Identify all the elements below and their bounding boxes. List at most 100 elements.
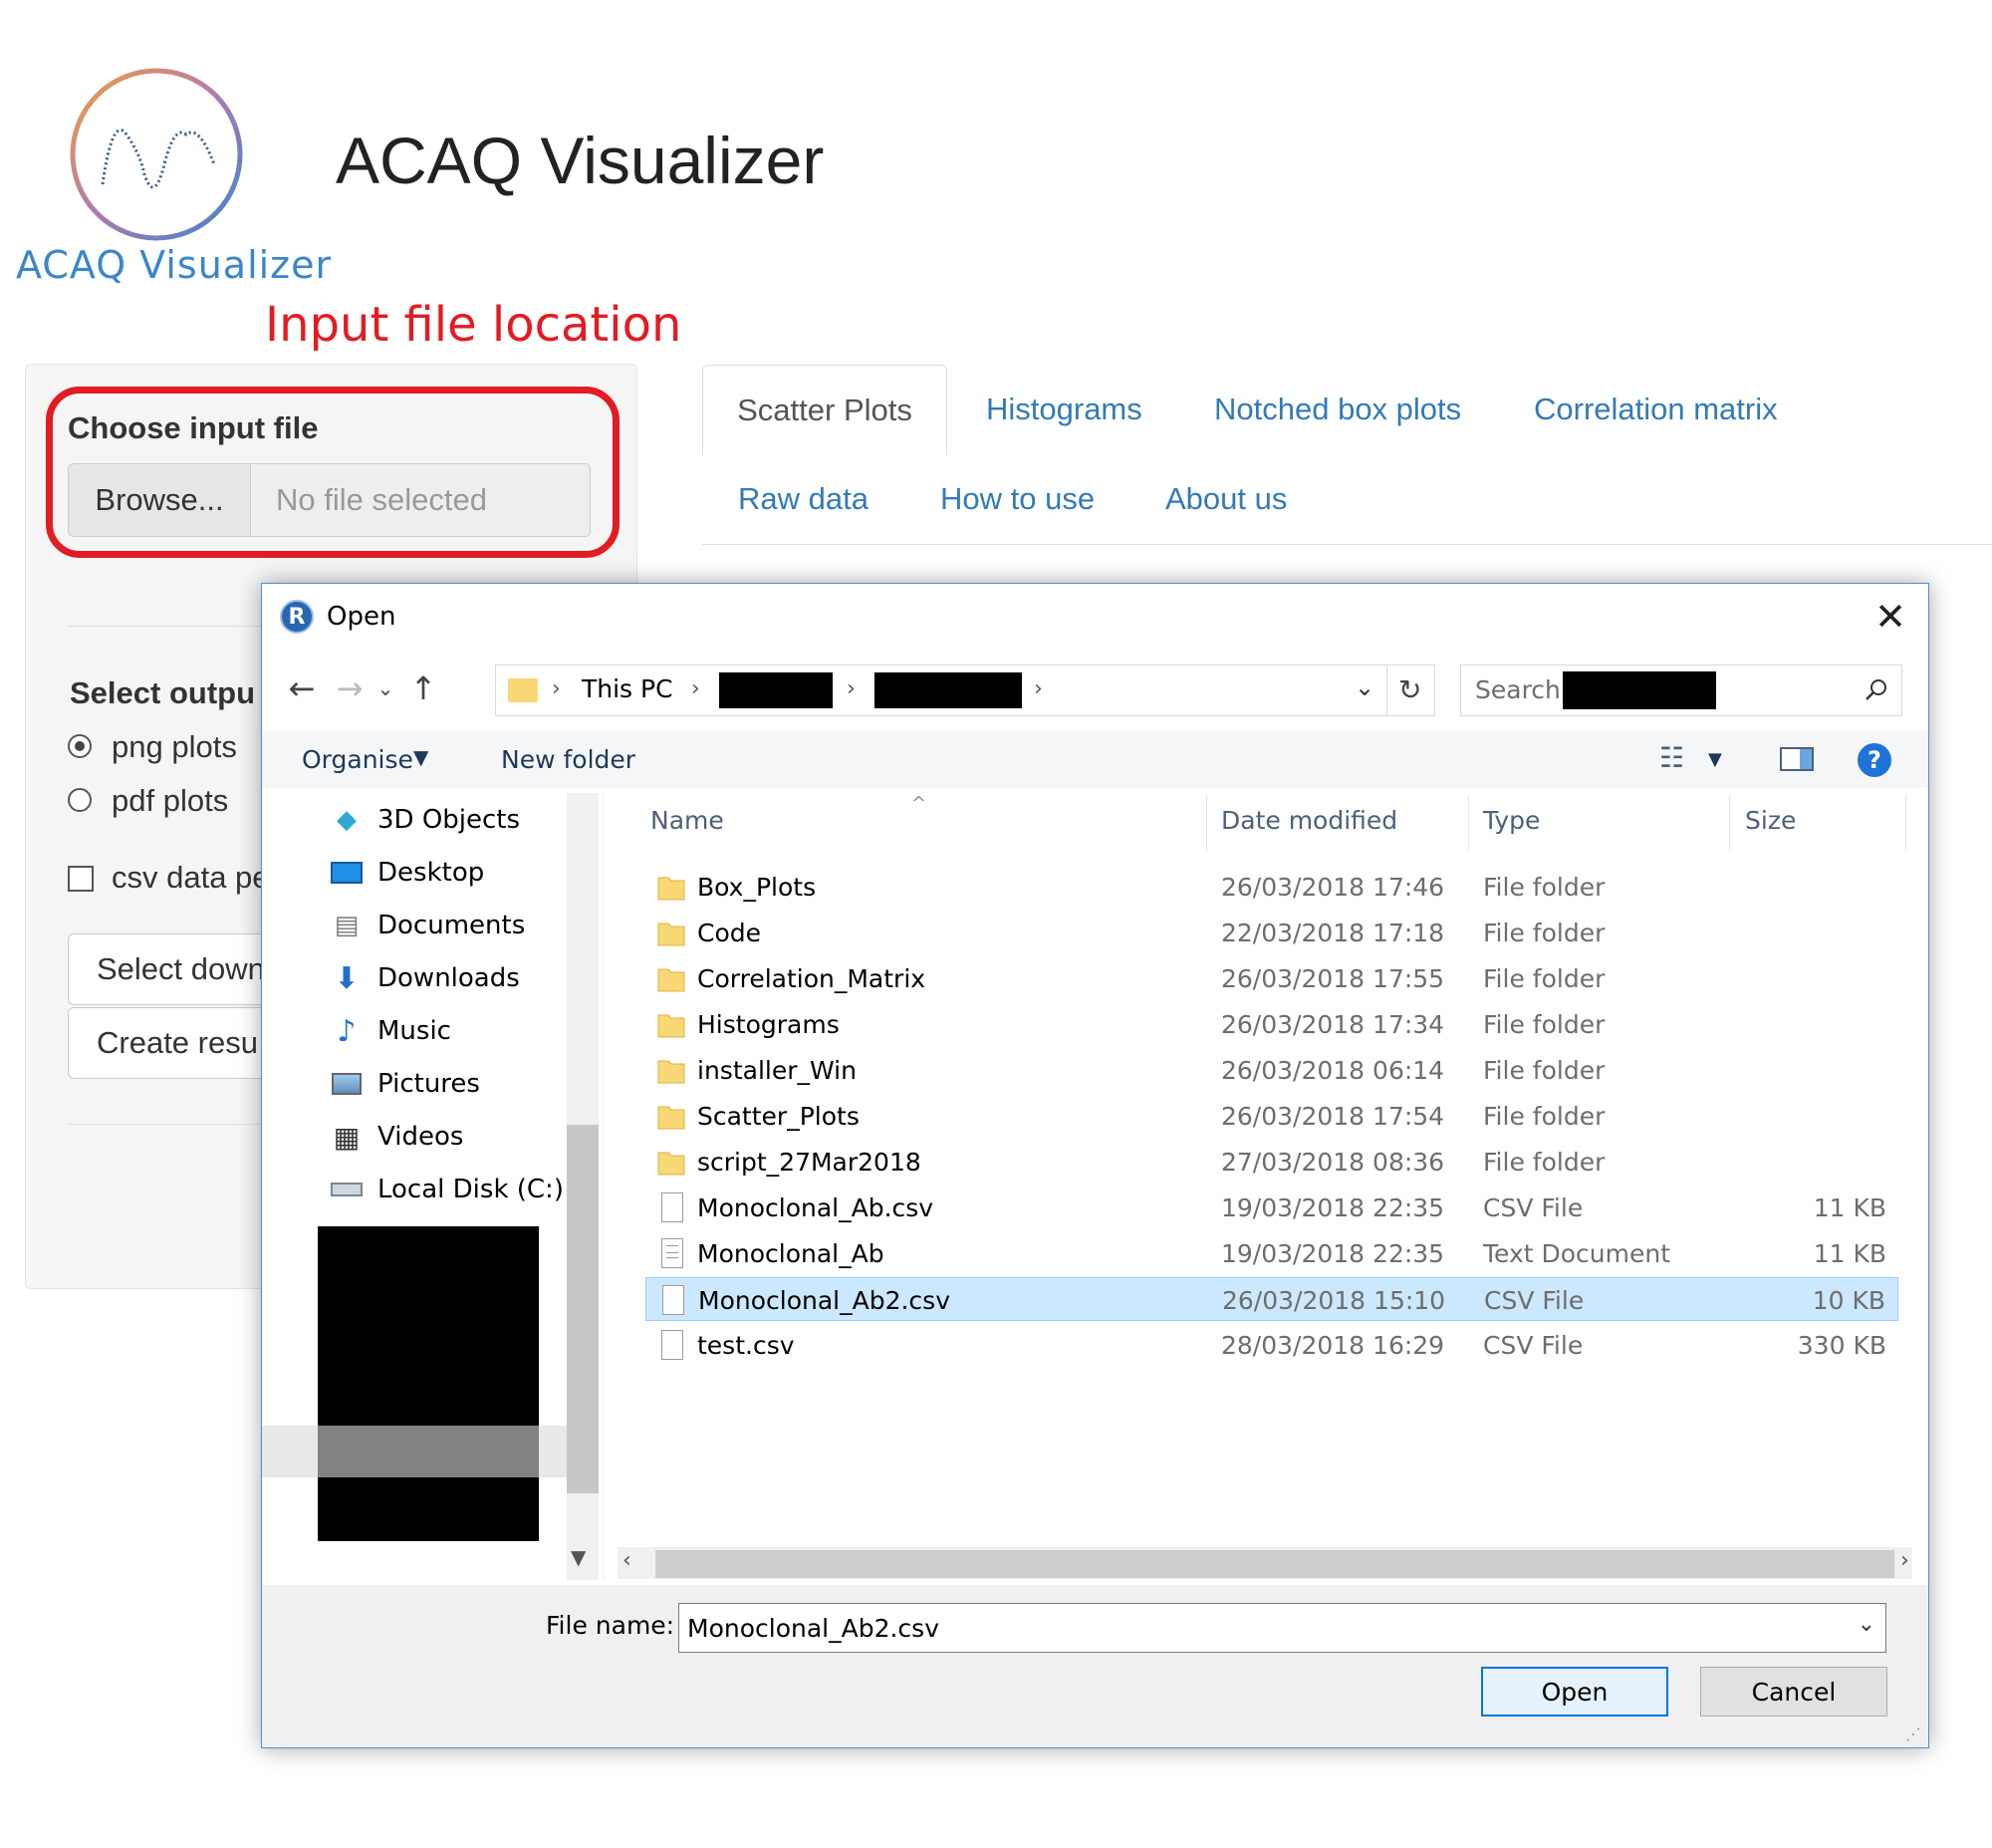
file-row[interactable]: Histograms 26/03/2018 17:34 File folder (645, 1002, 1898, 1046)
download-icon: ⬇ (334, 960, 360, 996)
chevron-down-icon[interactable]: ⌄ (1858, 1612, 1875, 1637)
chevron-right-icon[interactable]: › (1900, 1548, 1909, 1573)
dialog-title: Open (327, 602, 396, 632)
tab-histograms[interactable]: Histograms (986, 392, 1142, 427)
search-icon[interactable] (1864, 677, 1889, 703)
address-bar[interactable]: › This PC › › › ⌄ ↻ (495, 664, 1435, 716)
file-type: File folder (1483, 873, 1606, 902)
file-row[interactable]: installer_Win 26/03/2018 06:14 File folder (645, 1048, 1898, 1092)
breadcrumb-separator: › (1034, 676, 1043, 701)
nav-item-music[interactable]: ♪ Music (330, 1014, 451, 1049)
breadcrumb-this-pc[interactable]: This PC (582, 674, 673, 703)
search-input[interactable]: Search (1460, 664, 1902, 716)
file-list-scrollbar-thumb[interactable] (655, 1550, 1894, 1578)
radio-pdf[interactable] (68, 788, 92, 812)
column-type[interactable]: Type (1483, 806, 1540, 835)
breadcrumb-separator: › (847, 676, 856, 701)
tab-about-us[interactable]: About us (1165, 481, 1287, 517)
new-folder-button[interactable]: New folder (501, 745, 635, 774)
file-name: Code (697, 919, 762, 947)
radio-png[interactable] (68, 734, 92, 758)
file-size: 11 KB (1813, 1193, 1886, 1222)
file-type: CSV File (1484, 1286, 1585, 1315)
back-arrow-icon[interactable]: ← (282, 668, 322, 708)
resize-grip-icon[interactable]: ⋰ (1905, 1724, 1921, 1743)
nav-item-desktop[interactable]: Desktop (330, 858, 484, 888)
file-name-input[interactable]: Monoclonal_Ab2.csv ⌄ (678, 1603, 1886, 1653)
file-date: 26/03/2018 17:46 (1221, 873, 1445, 902)
nav-item-local-disk[interactable]: Local Disk (C:) (330, 1175, 564, 1204)
column-divider[interactable] (1905, 795, 1906, 851)
file-row[interactable]: test.csv 28/03/2018 16:29 CSV File 330 KB (645, 1323, 1898, 1367)
chevron-down-icon[interactable]: ⌄ (1355, 673, 1374, 701)
file-row[interactable]: Box_Plots 26/03/2018 17:46 File folder (645, 865, 1898, 909)
column-date[interactable]: Date modified (1221, 806, 1397, 835)
file-row[interactable]: script_27Mar2018 27/03/2018 08:36 File fol… (645, 1140, 1898, 1184)
file-name: Box_Plots (697, 873, 817, 902)
nav-item-documents[interactable]: ▤ Documents (330, 911, 526, 940)
file-date: 28/03/2018 16:29 (1221, 1331, 1445, 1360)
chevron-left-icon[interactable]: ‹ (622, 1548, 631, 1573)
nav-item-downloads[interactable]: ⬇ Downloads (330, 960, 519, 996)
file-icon (661, 1238, 683, 1268)
file-date: 27/03/2018 08:36 (1221, 1148, 1445, 1177)
nav-item-pictures[interactable]: Pictures (330, 1069, 480, 1099)
file-row[interactable]: Monoclonal_Ab2.csv 26/03/2018 15:10 CSV Fi… (645, 1277, 1898, 1321)
file-row[interactable]: Correlation_Matrix 26/03/2018 17:55 File f… (645, 956, 1898, 1000)
file-name: Histograms (697, 1010, 840, 1039)
help-icon[interactable]: ? (1858, 743, 1891, 777)
open-button[interactable]: Open (1481, 1667, 1668, 1716)
tab-how-to-use[interactable]: How to use (940, 481, 1095, 517)
column-name[interactable]: Name (650, 806, 724, 835)
chevron-down-icon[interactable]: ⌄ (366, 668, 405, 708)
file-name: script_27Mar2018 (697, 1148, 921, 1177)
file-type: File folder (1483, 919, 1606, 947)
up-arrow-icon[interactable]: ↑ (403, 668, 443, 708)
annotation-highlight (46, 387, 620, 558)
folder-icon (657, 918, 685, 947)
tab-correlation-matrix[interactable]: Correlation matrix (1534, 392, 1778, 427)
folder-icon (508, 678, 538, 702)
file-type: File folder (1483, 1148, 1606, 1177)
folder-icon (657, 872, 685, 902)
video-icon: ▦ (333, 1120, 361, 1154)
file-size: 11 KB (1813, 1239, 1886, 1268)
file-row[interactable]: Monoclonal_Ab 19/03/2018 22:35 Text Docume… (645, 1231, 1898, 1275)
close-icon[interactable]: ✕ (1866, 592, 1915, 642)
nav-item-3d-objects[interactable]: ◆ 3D Objects (330, 805, 520, 835)
column-divider[interactable] (1729, 795, 1730, 851)
file-row[interactable]: Scatter_Plots 26/03/2018 17:54 File folder (645, 1094, 1898, 1138)
cancel-button[interactable]: Cancel (1700, 1667, 1887, 1716)
file-row[interactable]: Monoclonal_Ab.csv 19/03/2018 22:35 CSV Fil… (645, 1186, 1898, 1229)
chevron-down-icon[interactable]: ▼ (1708, 749, 1722, 770)
preview-pane-icon[interactable] (1780, 747, 1814, 771)
csv-checkbox-label: csv data pe (112, 860, 270, 895)
redacted-box (1563, 671, 1716, 709)
pane-splitter[interactable] (603, 793, 604, 1580)
view-options-icon[interactable]: ☷ (1659, 741, 1684, 774)
file-date: 26/03/2018 15:10 (1222, 1286, 1446, 1315)
column-divider[interactable] (1468, 795, 1469, 851)
chevron-down-icon[interactable]: ▼ (571, 1545, 586, 1569)
file-row[interactable]: Code 22/03/2018 17:18 File folder (645, 911, 1898, 954)
tab-raw-data[interactable]: Raw data (738, 481, 869, 517)
nav-scrollbar-thumb[interactable] (567, 1125, 599, 1493)
organise-button[interactable]: Organise (302, 745, 413, 774)
search-placeholder: Search (1475, 675, 1561, 704)
forward-arrow-icon[interactable]: → (330, 668, 370, 708)
file-type: File folder (1483, 1056, 1606, 1085)
chevron-down-icon: ▼ (413, 745, 429, 769)
nav-item-videos[interactable]: ▦ Videos (330, 1120, 464, 1154)
picture-icon (330, 1069, 364, 1099)
csv-checkbox[interactable] (68, 866, 94, 892)
column-size[interactable]: Size (1745, 806, 1796, 835)
tab-scatter-plots[interactable]: Scatter Plots (702, 365, 947, 455)
refresh-icon[interactable]: ↻ (1398, 673, 1421, 706)
folder-icon (657, 1009, 685, 1039)
folder-icon (657, 963, 685, 993)
tab-divider (702, 544, 1992, 545)
tab-notched-box-plots[interactable]: Notched box plots (1214, 392, 1461, 427)
folder-icon (657, 1055, 685, 1085)
column-divider[interactable] (1206, 795, 1207, 851)
file-type: CSV File (1483, 1193, 1584, 1222)
